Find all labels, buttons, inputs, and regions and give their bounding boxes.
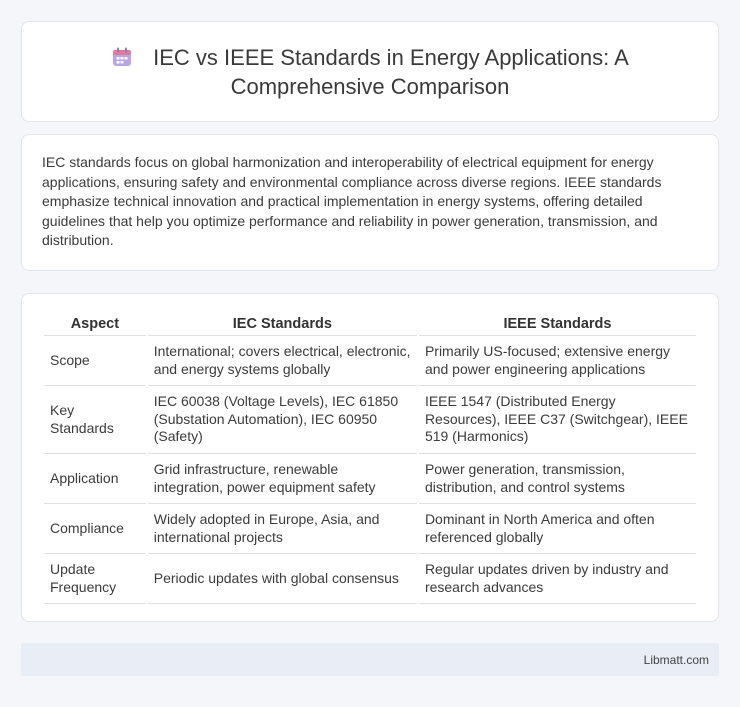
header-iec: IEC Standards: [147, 314, 417, 336]
comparison-table: Aspect IEC Standards IEEE Standards Scop…: [42, 314, 698, 604]
table-row: Scope International; covers electrical, …: [44, 336, 696, 386]
row-aspect: Scope: [44, 336, 146, 386]
table-header-row: Aspect IEC Standards IEEE Standards: [44, 314, 696, 336]
table-row: Compliance Widely adopted in Europe, Asi…: [44, 504, 696, 554]
row-iec: Grid infrastructure, renewable integrati…: [147, 454, 417, 504]
row-ieee: Primarily US-focused; extensive energy a…: [418, 336, 696, 386]
row-ieee: Dominant in North America and often refe…: [418, 504, 696, 554]
intro-paragraph: IEC standards focus on global harmonizat…: [42, 154, 662, 249]
row-ieee: Regular updates driven by industry and r…: [418, 554, 696, 604]
footer-bar: Libmatt.com: [21, 643, 719, 676]
header-aspect: Aspect: [44, 314, 146, 336]
row-aspect: Application: [44, 454, 146, 504]
table-row: Update Frequency Periodic updates with g…: [44, 554, 696, 604]
row-aspect: Update Frequency: [44, 554, 146, 604]
row-iec: Periodic updates with global consensus: [147, 554, 417, 604]
row-ieee: Power generation, transmission, distribu…: [418, 454, 696, 504]
calendar-icon: [113, 47, 132, 66]
row-aspect: Compliance: [44, 504, 146, 554]
footer-brand: Libmatt.com: [643, 652, 709, 667]
row-aspect: Key Standards: [44, 386, 146, 454]
header-card: IEC vs IEEE Standards in Energy Applicat…: [21, 21, 719, 122]
intro-card: IEC standards focus on global harmonizat…: [21, 134, 719, 271]
row-iec: IEC 60038 (Voltage Levels), IEC 61850 (S…: [147, 386, 417, 454]
table-row: Key Standards IEC 60038 (Voltage Levels)…: [44, 386, 696, 454]
row-iec: International; covers electrical, electr…: [147, 336, 417, 386]
header-ieee: IEEE Standards: [418, 314, 696, 336]
page-title: IEC vs IEEE Standards in Energy Applicat…: [70, 43, 670, 101]
table-row: Application Grid infrastructure, renewab…: [44, 454, 696, 504]
comparison-card: Aspect IEC Standards IEEE Standards Scop…: [21, 293, 719, 622]
row-iec: Widely adopted in Europe, Asia, and inte…: [147, 504, 417, 554]
row-ieee: IEEE 1547 (Distributed Energy Resources)…: [418, 386, 696, 454]
page-title-text: IEC vs IEEE Standards in Energy Applicat…: [153, 44, 629, 99]
